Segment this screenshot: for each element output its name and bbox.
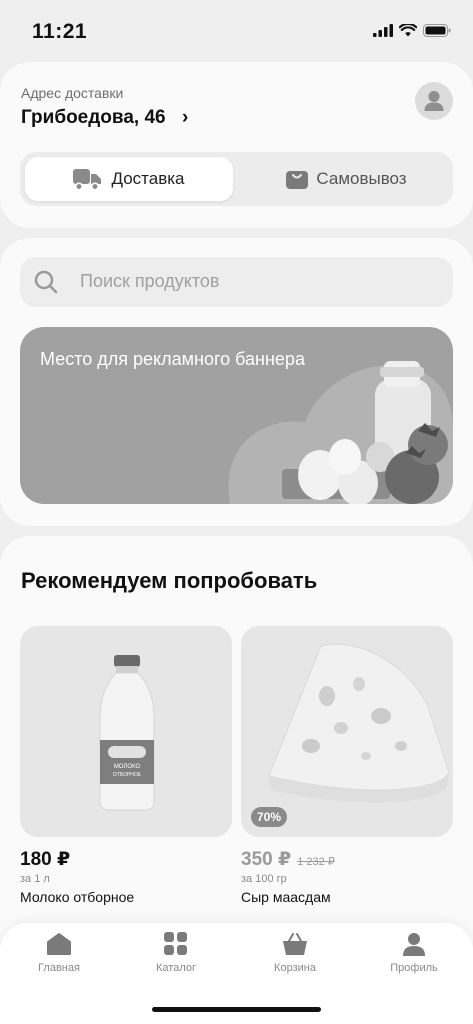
product-card-cheese[interactable]: 70% 350 ₽ 1 232 ₽ за 100 гр Сыр маасдам [241,626,453,905]
product-image: МОЛОКО ОТБОРНОЕ [20,626,232,837]
tab-profile[interactable]: Профиль [369,932,459,974]
delivery-toggle: Доставка Самовывоз [20,152,453,206]
avatar[interactable] [415,82,453,120]
product-unit: за 1 л [20,873,50,885]
svg-text:ОТБОРНОЕ: ОТБОРНОЕ [113,772,142,778]
tab-basket-label: Корзина [274,962,316,974]
product-name: Молоко отборное [20,889,135,905]
search-input[interactable]: Поиск продуктов [20,257,453,307]
tab-home-label: Главная [38,962,80,974]
search-placeholder: Поиск продуктов [80,271,220,291]
chevron-right-icon[interactable]: › [182,107,188,129]
tab-pickup[interactable]: Самовывоз [245,157,448,201]
status-bar: 11:21 [0,0,473,60]
product-image: 70% [241,626,453,837]
tab-home[interactable]: Главная [14,932,104,974]
profile-icon [403,933,425,956]
catalog-icon [164,932,187,955]
address-card: Адрес доставки Грибоедова, 46 › Доставка… [0,62,473,228]
product-card-milk[interactable]: МОЛОКО ОТБОРНОЕ 180 ₽ за 1 л Молоко отбо… [20,626,232,905]
section-title: Рекомендуем попробовать [21,568,318,593]
product-old-price: 1 232 ₽ [297,856,335,868]
bottom-tab-bar: Главная Каталог Корзина Профиль [0,923,473,1024]
tab-pickup-label: Самовывоз [316,169,407,188]
battery-icon [423,24,451,37]
search-banner-card: Поиск продуктов Место для рекламного бан… [0,238,473,526]
tab-catalog-label: Каталог [156,962,196,974]
product-name: Сыр маасдам [241,889,331,905]
signal-icon [373,24,393,37]
basket-icon [283,933,307,955]
status-time: 11:21 [32,20,88,43]
cheese-image [268,643,450,803]
banner-text: Место для рекламного баннера [40,349,305,369]
product-price: 180 ₽ [20,849,71,870]
address-value[interactable]: Грибоедова, 46 [21,107,166,129]
price-row: 180 ₽ [20,848,232,871]
home-icon [47,933,71,955]
bag-icon [286,171,309,189]
home-indicator [152,1007,321,1012]
truck-icon [73,169,102,191]
tab-profile-label: Профиль [390,962,438,974]
tab-delivery[interactable]: Доставка [25,157,233,201]
price-row: 350 ₽ 1 232 ₽ [241,848,453,871]
user-icon [424,91,444,111]
promo-banner[interactable]: Место для рекламного баннера [20,327,453,504]
discount-badge: 70% [251,807,288,827]
milk-bottle-image: МОЛОКО ОТБОРНОЕ [99,655,155,811]
product-unit: за 100 гр [241,873,287,885]
wifi-icon [399,24,417,37]
status-icons [373,24,451,37]
address-label: Адрес доставки [21,85,124,101]
tab-basket[interactable]: Корзина [250,932,340,974]
search-icon [34,270,58,294]
tab-catalog[interactable]: Каталог [131,932,221,974]
product-price: 350 ₽ [241,849,292,870]
tab-delivery-label: Доставка [111,169,185,188]
svg-text:МОЛОКО: МОЛОКО [114,764,141,770]
